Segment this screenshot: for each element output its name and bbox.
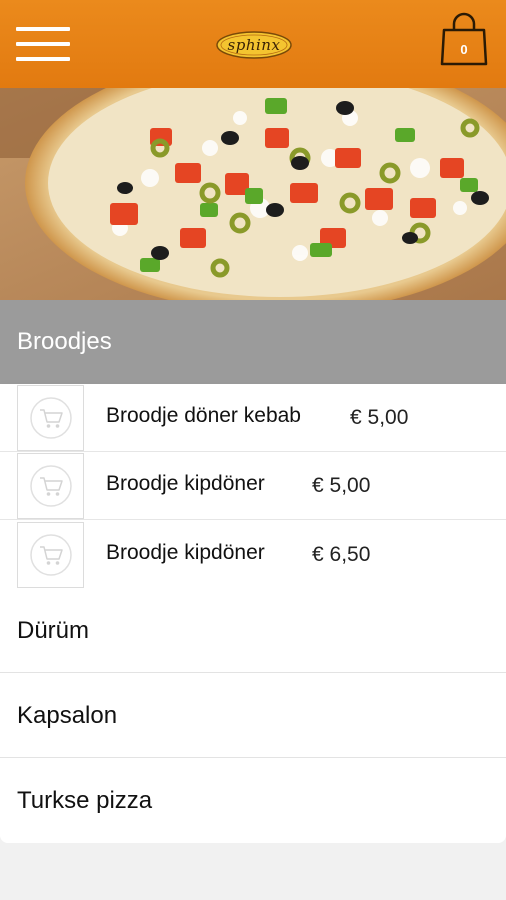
app-header: sphinx 0: [0, 0, 506, 88]
shopping-bag-icon[interactable]: 0: [439, 12, 489, 68]
pizza-image: [0, 88, 506, 300]
product-list: Broodje döner kebab € 5,00 Broodje kipdö…: [0, 384, 506, 589]
logo-text: sphinx: [227, 36, 281, 54]
add-to-cart-button[interactable]: [17, 385, 84, 451]
hamburger-menu-icon[interactable]: [16, 26, 70, 62]
product-row[interactable]: Broodje döner kebab € 5,00: [0, 384, 506, 452]
shopping-bag-shape: [440, 12, 488, 66]
product-price: € 5,00: [350, 406, 409, 429]
product-price: € 6,50: [312, 543, 371, 566]
category-header-broodjes[interactable]: Broodjes: [0, 300, 506, 384]
product-name: Broodje kipdöner: [106, 472, 265, 495]
sphinx-logo[interactable]: sphinx: [216, 31, 292, 59]
add-to-cart-icon: [30, 397, 72, 439]
category-item-durum[interactable]: Dürüm: [0, 589, 506, 673]
add-to-cart-button[interactable]: [17, 453, 84, 519]
product-name: Broodje döner kebab: [106, 404, 301, 427]
add-to-cart-icon: [30, 465, 72, 507]
category-item-turkse-pizza[interactable]: Turkse pizza: [0, 759, 506, 843]
category-list: Dürüm Kapsalon Turkse pizza: [0, 589, 506, 843]
product-price: € 5,00: [312, 474, 371, 497]
add-to-cart-button[interactable]: [17, 522, 84, 588]
product-row[interactable]: Broodje kipdöner € 5,00: [0, 452, 506, 520]
product-name: Broodje kipdöner: [106, 541, 265, 564]
product-row[interactable]: Broodje kipdöner € 6,50: [0, 521, 506, 589]
cart-count-badge: 0: [460, 42, 468, 57]
category-item-kapsalon[interactable]: Kapsalon: [0, 674, 506, 758]
add-to-cart-icon: [30, 534, 72, 576]
